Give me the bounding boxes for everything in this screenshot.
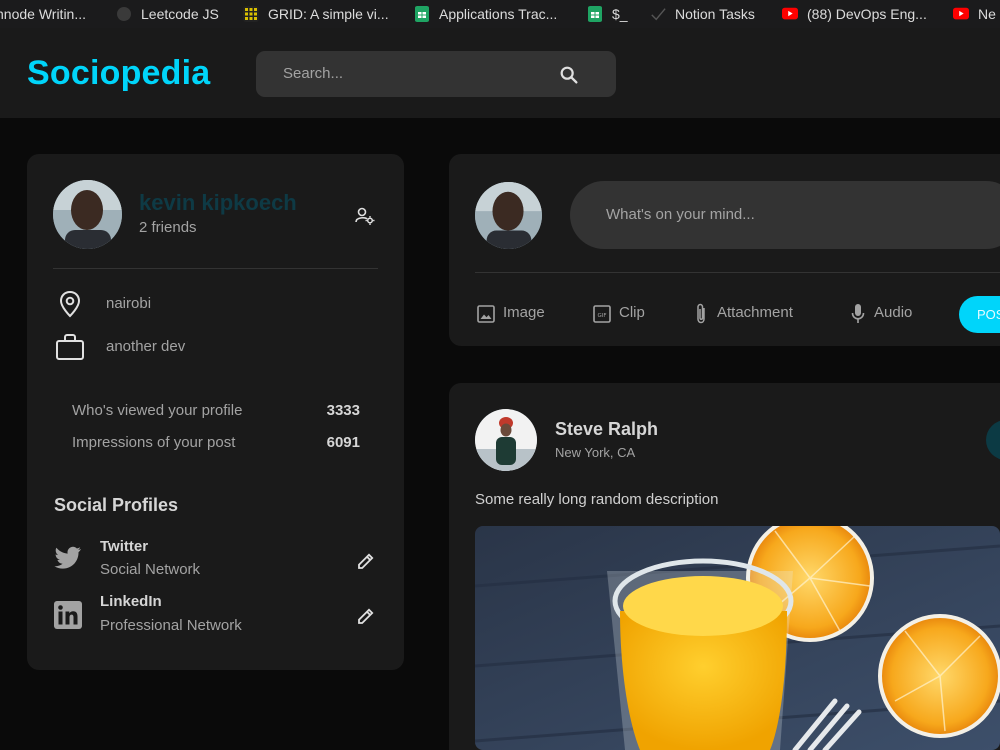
post-author[interactable]: Steve Ralph <box>555 419 658 440</box>
post-button-label: POST <box>977 307 1000 322</box>
bookmark-item[interactable]: Applications Trac... <box>414 0 557 28</box>
bookmark-label: Notion Tasks <box>675 6 755 22</box>
post-input-placeholder: What's on your mind... <box>606 206 755 223</box>
post-description: Some really long random description <box>475 491 719 508</box>
youtube-icon <box>953 7 969 20</box>
stat-value: 6091 <box>326 434 360 451</box>
user-friends: 2 friends <box>139 219 197 236</box>
work-icon <box>56 334 84 360</box>
divider <box>475 272 1000 273</box>
image-button[interactable]: Image <box>477 302 557 326</box>
composer-avatar-image <box>475 182 542 249</box>
post-composer: What's on your mind... Image GIF Clip At… <box>449 154 1000 346</box>
navbar: Sociopedia Search... <box>0 28 1000 118</box>
post-input[interactable]: What's on your mind... <box>570 181 1000 249</box>
bookmark-item[interactable]: GRID: A simple vi... <box>243 0 389 28</box>
social-type: Social Network <box>100 561 201 578</box>
bookmark-label: Leetcode JS <box>141 6 219 22</box>
social-type: Professional Network <box>100 617 242 634</box>
user-widget: kevin kipkoech 2 friends nairobi another… <box>27 154 404 670</box>
edit-icon[interactable] <box>356 551 376 571</box>
composer-avatar[interactable] <box>475 182 542 249</box>
bookmark-label: nnode Writin... <box>0 6 87 22</box>
microphone-icon <box>851 304 865 323</box>
bookmark-item[interactable]: Ne <box>953 0 996 28</box>
youtube-icon <box>782 7 798 20</box>
attachment-icon <box>697 303 705 324</box>
user-name[interactable]: kevin kipkoech <box>139 190 297 216</box>
stat-label: Impressions of your post <box>72 434 236 451</box>
bookmark-label: (88) DevOps Eng... <box>807 6 927 22</box>
bookmark-label: Ne <box>978 6 996 22</box>
app-logo[interactable]: Sociopedia <box>27 54 210 93</box>
user-avatar-image <box>53 180 122 249</box>
twitter-icon <box>54 546 81 569</box>
location-icon <box>59 290 81 318</box>
attachment-label: Attachment <box>717 304 793 321</box>
stat-label: Who's viewed your profile <box>72 402 243 419</box>
post-card: Steve Ralph New York, CA Some really lon… <box>449 383 1000 750</box>
search-bar[interactable]: Search... <box>256 51 616 97</box>
bookmark-item[interactable]: (88) DevOps Eng... <box>782 0 927 28</box>
check-icon <box>651 8 666 21</box>
divider <box>53 268 378 269</box>
bookmark-item[interactable]: Notion Tasks <box>650 0 755 28</box>
grid-icon <box>243 6 259 22</box>
author-avatar[interactable] <box>475 409 537 471</box>
author-avatar-image <box>475 409 537 471</box>
add-friend-button[interactable] <box>986 420 1000 460</box>
bookmark-label: $_ <box>612 6 628 22</box>
bookmark-label: Applications Trac... <box>439 6 558 22</box>
stat-value: 3333 <box>326 402 360 419</box>
audio-label: Audio <box>874 304 913 321</box>
user-location: nairobi <box>106 295 152 312</box>
attachment-button[interactable]: Attachment <box>693 302 813 326</box>
social-name: Twitter <box>100 538 149 555</box>
post-button[interactable]: POST <box>959 296 1000 333</box>
svg-text:GIF: GIF <box>597 313 606 319</box>
bookmark-item[interactable]: Leetcode JS <box>116 0 219 28</box>
post-location: New York, CA <box>555 445 636 460</box>
social-name: LinkedIn <box>100 593 162 610</box>
linkedin-icon <box>54 601 82 629</box>
gif-icon: GIF <box>593 305 611 323</box>
search-input[interactable]: Search... <box>283 65 343 82</box>
sheets-icon <box>415 6 429 22</box>
bookmark-label: GRID: A simple vi... <box>268 6 389 22</box>
image-label: Image <box>503 304 545 321</box>
image-icon <box>477 305 495 323</box>
bookmarks-bar: nnode Writin... Leetcode JS GRID: A simp… <box>0 0 1000 28</box>
search-icon[interactable] <box>558 64 580 86</box>
clip-label: Clip <box>619 304 645 321</box>
audio-button[interactable]: Audio <box>850 302 930 326</box>
user-avatar[interactable] <box>53 180 122 249</box>
clip-button[interactable]: GIF Clip <box>593 302 653 326</box>
post-image[interactable] <box>475 526 1000 750</box>
user-occupation: another dev <box>106 338 186 355</box>
sheets-icon <box>588 6 602 22</box>
social-profiles-title: Social Profiles <box>54 495 179 515</box>
bookmark-item[interactable]: nnode Writin... <box>0 0 86 28</box>
github-icon <box>117 7 131 21</box>
bookmark-item[interactable]: $_ <box>587 0 628 28</box>
manage-account-icon[interactable] <box>354 205 376 227</box>
edit-icon[interactable] <box>356 606 376 626</box>
